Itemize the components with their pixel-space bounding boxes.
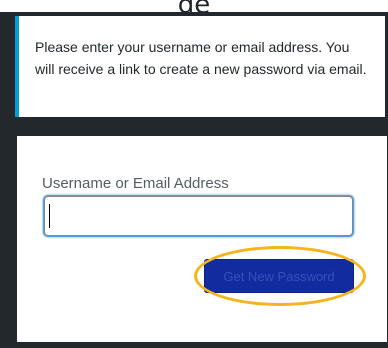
lost-password-form: Username or Email Address Get New Passwo… bbox=[17, 136, 387, 342]
info-message: Please enter your username or email addr… bbox=[15, 16, 385, 117]
username-email-label: Username or Email Address bbox=[42, 175, 229, 192]
text-caret bbox=[49, 204, 50, 228]
info-message-text: Please enter your username or email addr… bbox=[35, 39, 367, 77]
username-email-input[interactable] bbox=[44, 196, 353, 236]
get-new-password-button[interactable]: Get New Password bbox=[204, 259, 354, 293]
